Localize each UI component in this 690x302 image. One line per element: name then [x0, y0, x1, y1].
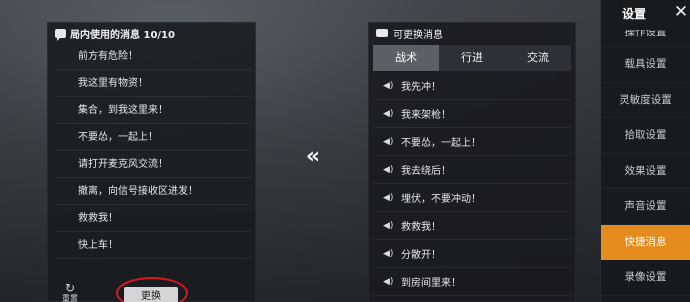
replaceable-message-item[interactable]: ◀) 分散开！ — [373, 240, 571, 268]
used-messages-title: 局内使用的消息 10/10 — [70, 29, 175, 41]
message-text: 我来架枪！ — [401, 110, 451, 121]
used-message-item[interactable]: 撤离，向信号接收区进发！ — [56, 178, 251, 205]
sidebar-item-quick-messages[interactable]: 快捷消息 — [601, 224, 690, 260]
close-icon[interactable]: ✕ — [673, 2, 689, 22]
settings-sidebar: 设置 ✕ 操作设置 载具设置 灵敏度设置 拾取设置 效果设置 声音设置 快捷消息… — [601, 0, 690, 302]
speaker-icon: ◀) — [383, 164, 394, 175]
sidebar-item-pickup[interactable]: 拾取设置 — [601, 118, 690, 154]
tab-movement[interactable]: 行进 — [439, 45, 505, 71]
used-messages-footer: ↻ 重置 更换 — [48, 277, 257, 302]
speaker-icon: ◀) — [383, 276, 394, 287]
settings-header: 设置 ✕ — [601, 0, 690, 30]
sidebar-item-replay[interactable]: 录像设置 — [601, 260, 690, 296]
sidebar-item-sensitivity[interactable]: 灵敏度设置 — [601, 83, 690, 118]
speaker-icon: ◀) — [383, 192, 394, 203]
sidebar-item-sound[interactable]: 声音设置 — [601, 189, 690, 225]
message-text: 我先冲！ — [401, 82, 441, 93]
replaceable-messages-header: 可更换消息 — [369, 23, 575, 43]
replaceable-message-item[interactable]: ◀) 不要怂，一起上！ — [373, 128, 571, 156]
message-text: 救救我！ — [401, 222, 441, 233]
message-text: 分散开！ — [401, 250, 441, 261]
reset-label: 重置 — [62, 294, 78, 302]
used-message-item[interactable]: 请打开麦克风交流！ — [56, 151, 251, 178]
used-message-item[interactable]: 快上车！ — [56, 232, 251, 259]
chat-bubble-icon — [55, 28, 66, 41]
replaceable-message-item[interactable]: ◀) 埋伏，不要冲动！ — [373, 184, 571, 212]
tab-tactics[interactable]: 战术 — [373, 45, 439, 71]
replace-button[interactable]: 更换 — [124, 287, 178, 302]
message-box-icon — [376, 29, 388, 37]
replaceable-message-item[interactable]: ◀) 我来架枪！ — [373, 100, 571, 128]
replaceable-message-item[interactable]: ◀) 救救我！ — [373, 212, 571, 240]
message-text: 我去绕后！ — [401, 166, 451, 177]
reset-button[interactable]: ↻ 重置 — [58, 282, 82, 302]
used-message-item[interactable]: 集合，到我这里来！ — [56, 97, 251, 124]
used-messages-header: 局内使用的消息 10/10 — [48, 23, 255, 43]
message-text: 到房间里来！ — [401, 278, 461, 289]
sidebar-item-controls[interactable]: 操作设置 — [601, 30, 690, 47]
replaceable-messages-panel: 可更换消息 战术 行进 交流 ◀) 我先冲！ ◀) 我来架枪！ ◀) 不要怂，一… — [368, 22, 576, 302]
refresh-icon: ↻ — [64, 281, 76, 295]
used-messages-list: 前方有危险！ 我这里有物资！ 集合，到我这里来！ 不要怂，一起上！ 请打开麦克风… — [48, 43, 255, 259]
replaceable-messages-title: 可更换消息 — [393, 29, 443, 41]
settings-title: 设置 — [622, 7, 647, 21]
speaker-icon: ◀) — [383, 136, 394, 147]
used-message-item[interactable]: 不要怂，一起上！ — [56, 124, 251, 151]
speaker-icon: ◀) — [383, 80, 394, 91]
swap-arrow-icon[interactable]: « — [301, 146, 325, 168]
replaceable-message-item[interactable]: ◀) 我先冲！ — [373, 72, 571, 100]
used-message-item[interactable]: 救救我！ — [56, 205, 251, 232]
category-tabs: 战术 行进 交流 — [373, 45, 571, 71]
speaker-icon: ◀) — [383, 220, 394, 231]
tab-communication[interactable]: 交流 — [505, 45, 571, 71]
replaceable-messages-list: ◀) 我先冲！ ◀) 我来架枪！ ◀) 不要怂，一起上！ ◀) 我去绕后！ ◀)… — [373, 72, 571, 296]
speaker-icon: ◀) — [383, 248, 394, 259]
message-text: 不要怂，一起上！ — [401, 138, 481, 149]
used-message-item[interactable]: 我这里有物资！ — [56, 70, 251, 97]
used-message-item[interactable]: 前方有危险！ — [56, 43, 251, 70]
used-messages-panel: 局内使用的消息 10/10 前方有危险！ 我这里有物资！ 集合，到我这里来！ 不… — [47, 22, 256, 302]
replaceable-message-item[interactable]: ◀) 到房间里来！ — [373, 268, 571, 296]
replaceable-message-item[interactable]: ◀) 我去绕后！ — [373, 156, 571, 184]
sidebar-item-vehicle[interactable]: 载具设置 — [601, 47, 690, 83]
message-text: 埋伏，不要冲动！ — [401, 194, 481, 205]
speaker-icon: ◀) — [383, 108, 394, 119]
sidebar-item-effects[interactable]: 效果设置 — [601, 154, 690, 189]
